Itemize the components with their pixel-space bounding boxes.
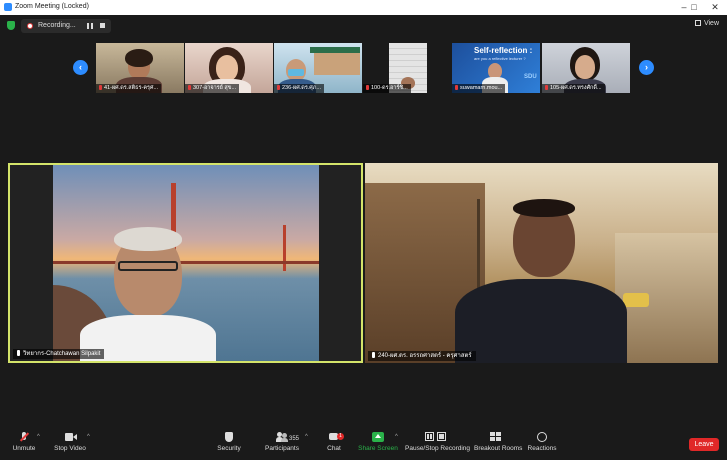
- gallery-thumbnail[interactable]: 236-ผศ.ดร.ศุภ...: [274, 43, 362, 93]
- muted-mic-icon: [188, 85, 191, 90]
- grid-view-icon: [694, 20, 701, 26]
- slide-title: Self-reflection :: [474, 46, 533, 55]
- share-screen-arrow-icon: [372, 432, 384, 442]
- muted-mic-icon: [18, 432, 30, 442]
- participants-count: 355: [289, 436, 300, 442]
- participants-icon: [276, 432, 288, 442]
- meeting-top-bar: Recording... View: [0, 15, 727, 37]
- video-options-chevron-icon[interactable]: ^: [87, 434, 90, 440]
- video-tile[interactable]: 240-ผศ.ดร. อรรถศาสตร์ - ครุศาสตร์: [365, 163, 718, 363]
- gallery-thumbnail[interactable]: 100-ดร.อาร์ชิ...: [363, 43, 451, 93]
- muted-mic-icon: [277, 85, 280, 90]
- pause-recording-icon[interactable]: [87, 23, 93, 29]
- thumbnail-name: 100-ดร.อาร์ชิ...: [363, 84, 411, 93]
- participants-options-chevron-icon[interactable]: ^: [305, 434, 308, 440]
- tile-name-label: วิทยากร-Chatchawan Silpakit: [13, 349, 105, 359]
- mic-icon: [17, 350, 20, 356]
- leave-button[interactable]: Leave: [689, 438, 719, 451]
- gallery-thumbnail[interactable]: 41-ผศ.ดร.สติธร-ครุศ...: [96, 43, 184, 93]
- share-options-chevron-icon[interactable]: ^: [395, 434, 398, 440]
- slide-logo: SDU: [524, 74, 537, 80]
- breakout-rooms-button[interactable]: Breakout Rooms: [474, 432, 522, 452]
- stop-recording-icon[interactable]: [100, 23, 105, 28]
- view-label: View: [703, 20, 719, 27]
- unmute-button[interactable]: Unmute: [10, 432, 38, 452]
- recording-indicator: Recording...: [21, 19, 111, 33]
- smiley-icon: [536, 432, 548, 442]
- muted-mic-icon: [99, 85, 102, 90]
- view-button[interactable]: View: [694, 20, 719, 27]
- participants-button[interactable]: Participants: [264, 432, 300, 452]
- active-speaker-tile[interactable]: วิทยากร-Chatchawan Silpakit: [8, 163, 363, 363]
- gallery-prev-button[interactable]: ‹: [73, 60, 88, 75]
- muted-mic-icon: [455, 85, 458, 90]
- reactions-button[interactable]: Reactions: [526, 432, 558, 452]
- recording-dot-icon: [27, 23, 33, 29]
- shield-icon: [223, 432, 235, 442]
- pause-stop-recording-icon: [425, 432, 447, 442]
- thumbnail-name: 236-ผศ.ดร.ศุภ...: [274, 84, 325, 93]
- audio-options-chevron-icon[interactable]: ^: [37, 434, 40, 440]
- tile-name-label: 240-ผศ.ดร. อรรถศาสตร์ - ครุศาสตร์: [368, 351, 476, 361]
- stop-video-button[interactable]: Stop Video: [52, 432, 88, 452]
- mic-icon: [372, 352, 375, 358]
- thumbnail-name: 307-อาจารย์ สุข...: [185, 84, 240, 93]
- window-title: Zoom Meeting (Locked): [15, 3, 89, 10]
- chat-unread-badge: 1: [337, 433, 344, 440]
- gallery-thumbnail[interactable]: 105-ผศ.ดร.ทรงศักดิ์...: [542, 43, 630, 93]
- encryption-shield-icon[interactable]: [7, 21, 15, 30]
- meeting-toolbar: Unmute ^ Stop Video ^ Security Participa…: [0, 428, 727, 460]
- video-camera-icon: [64, 432, 77, 442]
- thumbnail-name: suwamarn.mou...: [452, 84, 506, 93]
- window-title-bar: Zoom Meeting (Locked) – □ ✕: [0, 0, 727, 15]
- slide-subtitle: are you a reflective lecturer ?: [474, 56, 526, 61]
- security-button[interactable]: Security: [215, 432, 243, 452]
- glasses: [118, 261, 178, 271]
- gallery-next-button[interactable]: ›: [639, 60, 654, 75]
- recording-label: Recording...: [38, 22, 76, 29]
- pause-stop-recording-button[interactable]: Pause/Stop Recording: [405, 432, 470, 452]
- maximize-icon[interactable]: □: [684, 1, 704, 13]
- breakout-rooms-icon: [490, 432, 502, 442]
- muted-mic-icon: [545, 85, 548, 90]
- thumbnail-name: 105-ผศ.ดร.ทรงศักดิ์...: [542, 84, 605, 93]
- close-icon[interactable]: ✕: [705, 1, 725, 13]
- thumbnail-name: 41-ผศ.ดร.สติธร-ครุศ...: [96, 84, 162, 93]
- muted-mic-icon: [366, 85, 369, 90]
- zoom-app-icon: [4, 3, 12, 11]
- gallery-thumbnail[interactable]: Self-reflection : are you a reflective l…: [452, 43, 540, 93]
- gallery-thumbnail[interactable]: 307-อาจารย์ สุข...: [185, 43, 273, 93]
- share-screen-button[interactable]: Share Screen: [358, 432, 398, 452]
